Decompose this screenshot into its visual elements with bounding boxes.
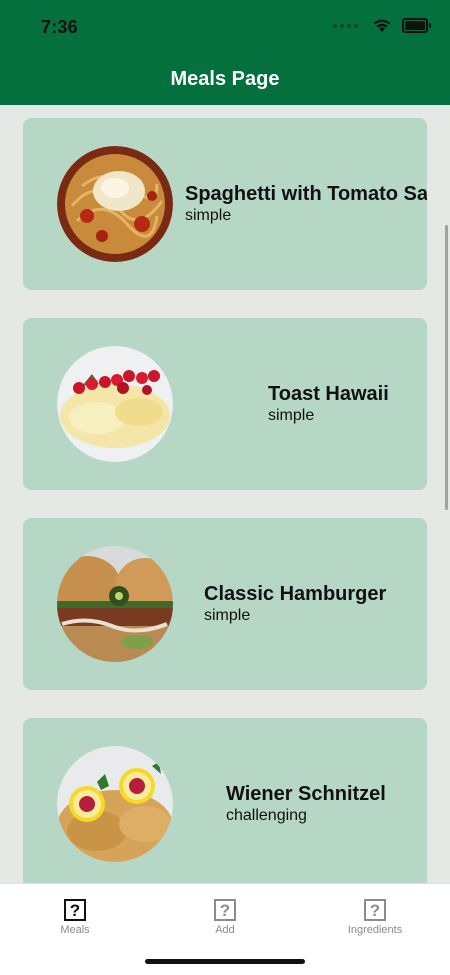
meal-complexity: simple xyxy=(185,207,232,224)
hamburger-image xyxy=(57,546,173,662)
spaghetti-image xyxy=(57,146,173,262)
meal-title: Toast Hawaii xyxy=(268,383,389,405)
tab-label: Add xyxy=(215,924,235,936)
meal-title: Classic Hamburger xyxy=(204,583,387,605)
meal-complexity: challenging xyxy=(226,807,307,824)
app-header: 7:36 Meals Page xyxy=(0,0,450,105)
page-title: Meals Page xyxy=(170,68,280,90)
tab-label: Meals xyxy=(60,924,90,936)
meal-card[interactable]: Wiener Schnitzel challenging xyxy=(23,718,427,883)
toast-image xyxy=(57,346,173,462)
status-icons xyxy=(333,18,431,33)
meal-text: Classic Hamburger simple xyxy=(204,582,386,626)
meal-title: Wiener Schnitzel xyxy=(226,783,386,805)
tab-ingredients[interactable]: ? Ingredients xyxy=(325,899,425,936)
meals-list[interactable]: Spaghetti with Tomato Sauce simple xyxy=(0,105,450,883)
scrollbar[interactable] xyxy=(445,225,448,510)
tab-add[interactable]: ? Add xyxy=(175,899,275,936)
status-time: 7:36 xyxy=(41,17,78,37)
meal-title: Spaghetti with Tomato Sauce xyxy=(185,183,427,205)
meal-card[interactable]: Toast Hawaii simple xyxy=(23,318,427,490)
battery-icon xyxy=(402,18,431,33)
question-mark-icon: ? xyxy=(214,899,236,921)
signal-icon xyxy=(333,23,358,28)
schnitzel-image xyxy=(57,746,173,862)
tab-label: Ingredients xyxy=(347,924,403,936)
meal-complexity: simple xyxy=(204,607,251,624)
meal-card[interactable]: Classic Hamburger simple xyxy=(23,518,427,690)
home-indicator[interactable] xyxy=(145,959,305,964)
meal-text: Spaghetti with Tomato Sauce simple xyxy=(185,182,427,226)
question-mark-icon: ? xyxy=(364,899,386,921)
meal-card[interactable]: Spaghetti with Tomato Sauce simple xyxy=(23,118,427,290)
tab-meals[interactable]: ? Meals xyxy=(25,899,125,936)
meal-complexity: simple xyxy=(268,407,315,424)
meal-text: Toast Hawaii simple xyxy=(268,382,389,426)
wifi-icon xyxy=(373,19,391,32)
question-mark-icon: ? xyxy=(64,899,86,921)
meal-text: Wiener Schnitzel challenging xyxy=(226,782,386,826)
